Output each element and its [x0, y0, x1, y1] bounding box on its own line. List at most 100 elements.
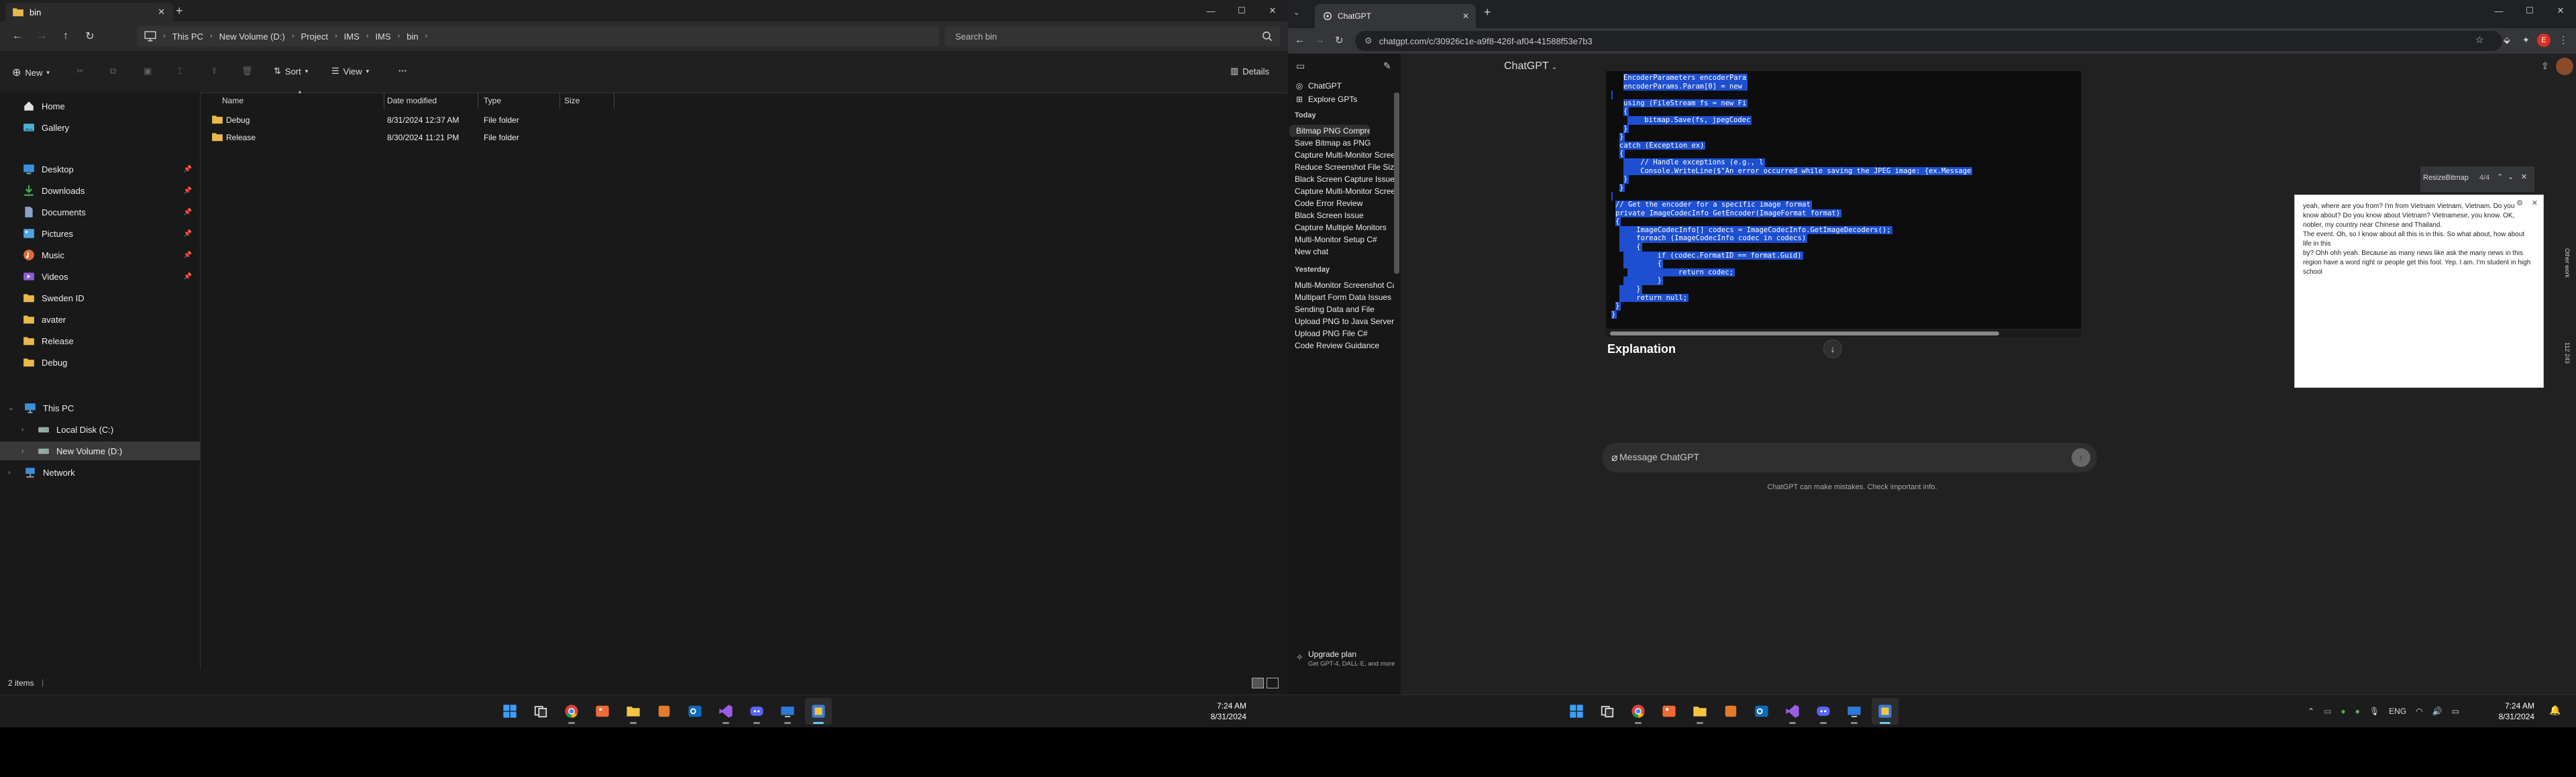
chat-history-item[interactable]: Black Screen Capture Issue — [1288, 173, 1394, 185]
model-selector[interactable]: ChatGPT ⌄ — [1504, 60, 1557, 72]
new-tab-button[interactable]: + — [176, 4, 183, 18]
share-icon[interactable]: ⇪ — [211, 66, 218, 76]
sidebar-item-local-disk-c[interactable]: › Local Disk (C:) — [0, 420, 200, 439]
code-horizontal-scrollbar[interactable] — [1606, 330, 2081, 337]
chat-history-item[interactable]: Save Bitmap as PNG — [1288, 137, 1394, 149]
chat-history-item[interactable]: Upload PNG to Java Server — [1288, 315, 1394, 327]
visual-studio-icon[interactable] — [1779, 698, 1806, 725]
chat-history-item[interactable]: Code Review Guidance — [1288, 340, 1394, 352]
photos-icon[interactable] — [1656, 698, 1682, 725]
sidebar-scrollbar[interactable] — [1394, 74, 1399, 678]
battery-icon[interactable]: ▭ — [2452, 707, 2459, 716]
puzzle-icon[interactable]: ✦ — [2522, 35, 2530, 46]
task-view-icon[interactable] — [527, 698, 554, 725]
close-window-icon[interactable]: ✕ — [2545, 0, 2576, 21]
share-icon[interactable]: ⇪ — [2541, 60, 2549, 72]
tray-app-icon[interactable]: ▭ — [2324, 707, 2331, 716]
refresh-icon[interactable]: ↻ — [78, 30, 102, 43]
new-button[interactable]: ⊕ New ▾ — [12, 66, 50, 79]
tab-search-icon[interactable]: ⌄ — [1293, 8, 1299, 17]
chevron-down-icon[interactable]: ⌄ — [8, 405, 13, 412]
breadcrumb-item[interactable]: IMS — [344, 32, 360, 42]
start-icon[interactable] — [496, 698, 523, 725]
search-input[interactable]: Search bin — [945, 26, 1280, 46]
discord-icon[interactable] — [743, 698, 770, 725]
visual-studio-icon[interactable] — [712, 698, 739, 725]
edge-panel[interactable]: Other work — [2564, 248, 2573, 329]
close-icon[interactable]: ✕ — [2521, 172, 2527, 181]
sidebar-item-sweden-id[interactable]: Sweden ID — [0, 289, 200, 307]
breadcrumb-item[interactable]: bin — [407, 32, 418, 42]
discord-icon[interactable] — [1810, 698, 1837, 725]
extensions-icon[interactable]: ⬙ — [2504, 35, 2510, 46]
chevron-up-icon[interactable]: ⌃ — [2497, 172, 2503, 181]
message-input[interactable]: ⌀ Message ChatGPT ↑ — [1602, 443, 2097, 472]
pin-icon[interactable]: 📌 — [184, 252, 192, 259]
sidebar-item-chatgpt[interactable]: ◎ ChatGPT — [1288, 79, 1401, 93]
chat-history-item[interactable]: Code Error Review — [1288, 197, 1394, 209]
tray-green-icon[interactable]: ● — [2355, 707, 2360, 716]
explorer-tab[interactable]: bin ✕ — [5, 3, 173, 21]
forward-arrow-icon[interactable]: → — [30, 30, 54, 42]
sidebar-item-gallery[interactable]: Gallery — [0, 118, 200, 137]
chrome-menu-icon[interactable]: ⋮ — [2559, 34, 2568, 46]
avatar[interactable] — [2556, 58, 2573, 75]
sort-button[interactable]: ⇅ Sort ▾ — [274, 66, 308, 76]
sidebar-item-new-volume-d[interactable]: › New Volume (D:) — [0, 442, 200, 460]
chat-history-item[interactable]: Capture Multiple Monitors — [1288, 221, 1394, 234]
column-header-size[interactable]: Size — [564, 93, 580, 109]
microphone-icon[interactable]: 🎙 — [2369, 707, 2379, 716]
breadcrumb-item[interactable]: New Volume (D:) — [219, 32, 285, 42]
breadcrumb[interactable]: › This PC › New Volume (D:) › Project › … — [138, 26, 939, 46]
minimize-icon[interactable]: — — [2483, 0, 2514, 21]
url-bar[interactable]: ⚙ chatgpt.com/c/30926c1e-a9f8-426f-af04-… — [1355, 31, 2502, 51]
scrollbar-thumb[interactable] — [1394, 93, 1399, 274]
send-button[interactable]: ↑ — [2072, 448, 2090, 467]
more-options-icon[interactable]: ··· — [1359, 125, 1366, 134]
screenshot-app-icon[interactable] — [1872, 698, 1898, 725]
pin-icon[interactable]: 📌 — [184, 166, 192, 173]
file-explorer-icon[interactable] — [1686, 698, 1713, 725]
more-options-button[interactable]: ··· — [398, 66, 407, 76]
chevron-down-icon[interactable]: ⌄ — [2508, 172, 2514, 181]
scrollbar-thumb[interactable] — [1610, 331, 1999, 335]
breadcrumb-item[interactable]: This PC — [172, 32, 203, 42]
pin-icon[interactable]: 📌 — [184, 230, 192, 238]
copy-icon[interactable]: ⧉ — [110, 66, 116, 76]
column-divider[interactable] — [559, 93, 560, 109]
column-header-name[interactable]: Name — [222, 93, 244, 109]
close-tab-icon[interactable]: ✕ — [1462, 11, 1469, 21]
photos-icon[interactable] — [589, 698, 616, 725]
app-icon[interactable] — [1717, 698, 1744, 725]
cut-icon[interactable]: ✂ — [76, 66, 84, 76]
sidebar-item-this-pc[interactable]: ⌄ This PC — [0, 399, 200, 417]
code-block[interactable]: EncoderParameters encoderPara encoderPara… — [1606, 71, 2081, 329]
up-arrow-icon[interactable]: ↑ — [54, 30, 78, 42]
new-tab-button[interactable]: + — [1484, 5, 1491, 19]
sidebar-item-release[interactable]: Release — [0, 331, 200, 350]
chat-history-item[interactable]: Multipart Form Data Issues — [1288, 291, 1394, 303]
site-info-icon[interactable]: ⚙ — [1364, 36, 1373, 46]
find-query[interactable]: ResizeBitmap — [2423, 174, 2469, 182]
screenshot-app-icon[interactable] — [805, 698, 832, 725]
chat-history-item[interactable]: Black Screen Issue — [1288, 209, 1394, 221]
pin-icon[interactable]: 📌 — [184, 273, 192, 280]
paste-icon[interactable]: ▣ — [144, 66, 152, 76]
details-button[interactable]: ▥ Details — [1230, 66, 1269, 76]
column-header-type[interactable]: Type — [484, 93, 501, 109]
sidebar-toggle-icon[interactable]: ▭ — [1296, 60, 1305, 72]
chat-history-item[interactable]: Sending Data and File — [1288, 303, 1394, 315]
chrome-icon[interactable] — [1625, 698, 1652, 725]
new-chat-icon[interactable]: ✎ — [1383, 60, 1391, 72]
breadcrumb-item[interactable]: Project — [301, 32, 328, 42]
chat-history-item[interactable]: Reduce Screenshot File Size — [1288, 161, 1394, 173]
chat-history-item[interactable]: New chat — [1288, 246, 1394, 258]
close-icon[interactable]: ✕ — [2532, 194, 2538, 213]
close-window-icon[interactable]: ✕ — [1257, 0, 1288, 21]
profile-avatar[interactable]: E — [2537, 34, 2551, 47]
reload-icon[interactable]: ↻ — [1335, 34, 1344, 46]
sidebar-item-explore-gpts[interactable]: ⊞ Explore GPTs — [1288, 93, 1401, 106]
scroll-down-button[interactable]: ↓ — [1823, 340, 1842, 358]
close-tab-icon[interactable]: ✕ — [158, 7, 165, 17]
chat-history-item[interactable]: Capture Multi-Monitor Screens — [1288, 149, 1394, 161]
